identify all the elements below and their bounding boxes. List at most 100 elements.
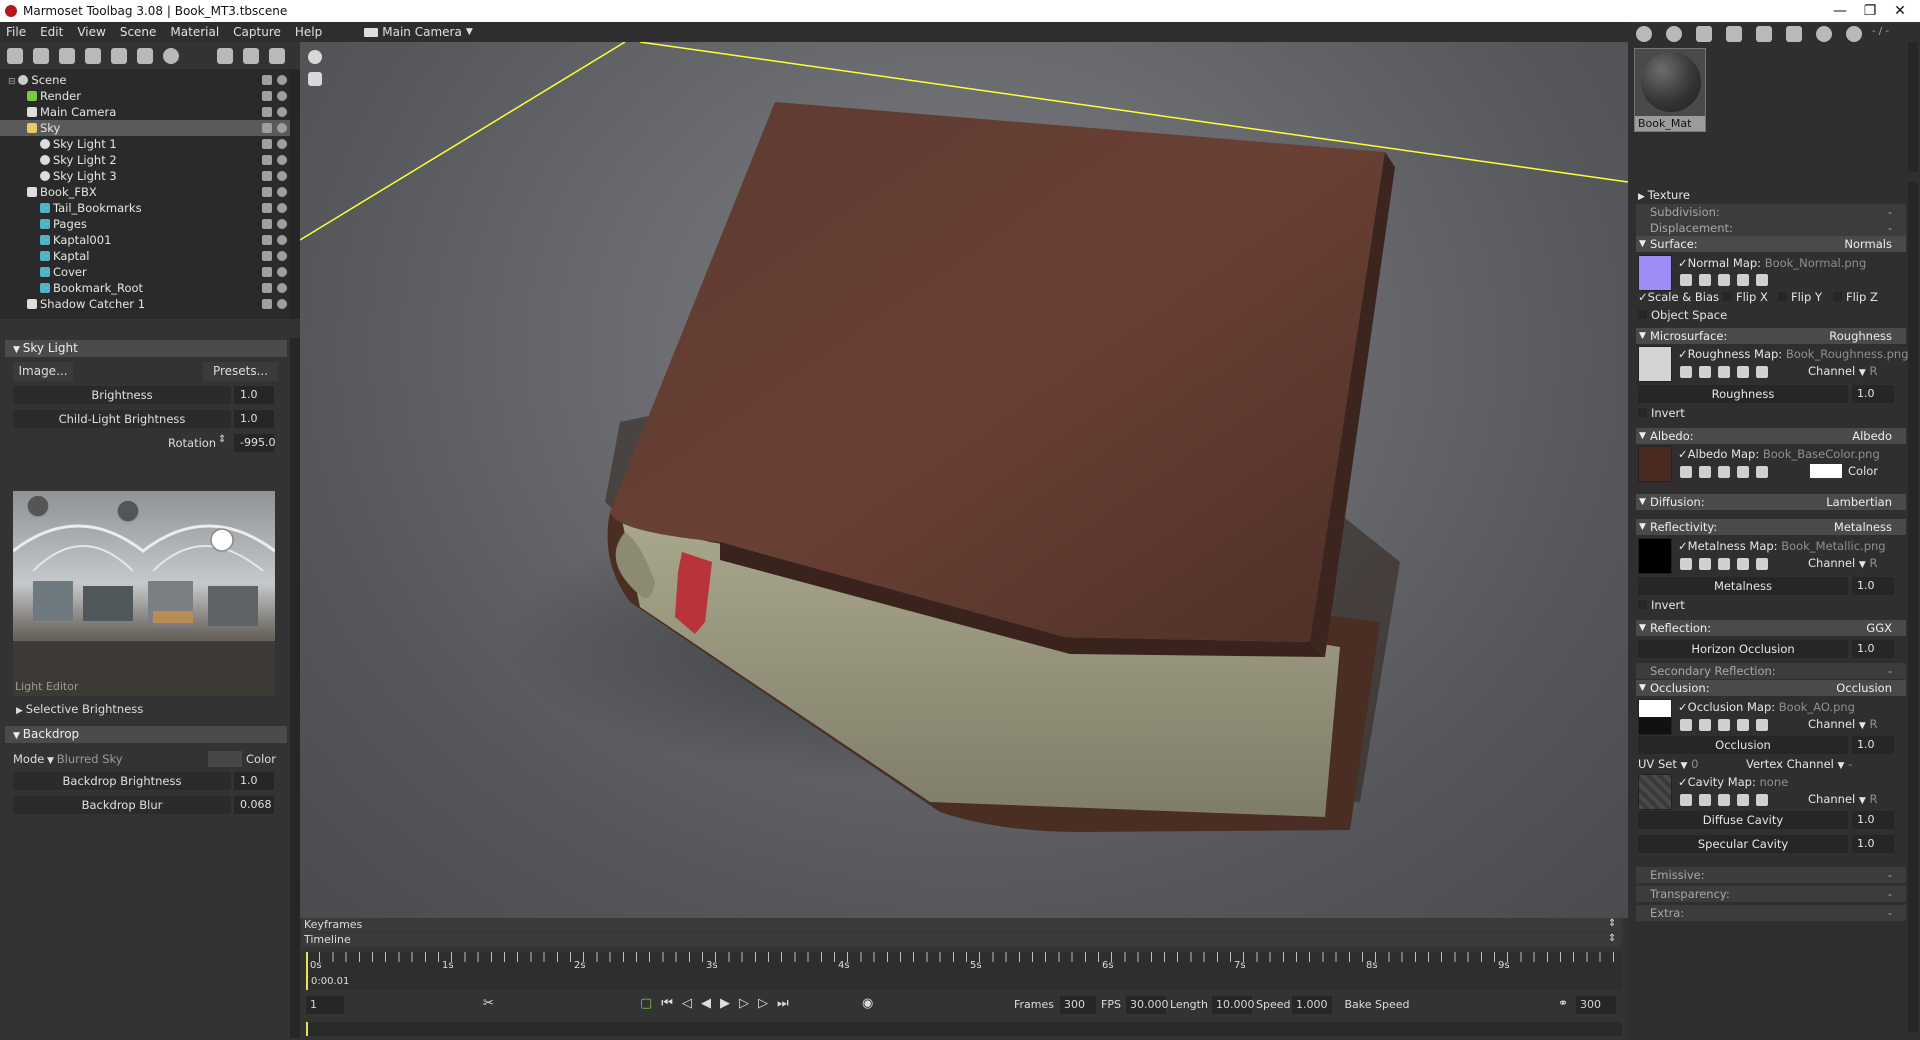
delete-material-icon[interactable] xyxy=(1756,26,1772,42)
eye-icon[interactable] xyxy=(277,299,287,309)
sky-image-button[interactable]: Image... xyxy=(13,362,73,381)
timeline-ruler[interactable]: 0s 1s 2s 3s 4s 5s 6s 7s 8s 9s 0:00.01 xyxy=(306,952,1622,990)
albedo-map-thumbnail[interactable] xyxy=(1638,446,1672,482)
eye-icon[interactable] xyxy=(277,91,287,101)
folder-icon[interactable] xyxy=(1726,26,1742,42)
frame-field[interactable]: 1 xyxy=(306,996,344,1014)
next-keyframe-icon[interactable]: ▷ xyxy=(758,996,768,1011)
skip-to-start-icon[interactable]: ⏮ xyxy=(661,996,673,1011)
flip-x-checkbox[interactable]: Flip X xyxy=(1723,290,1768,304)
diffusion-header[interactable]: ▼ Diffusion: Lambertian xyxy=(1636,494,1906,510)
lock-icon[interactable] xyxy=(262,187,272,197)
gear-icon[interactable] xyxy=(1680,274,1692,286)
lock-icon[interactable] xyxy=(262,283,272,293)
lock-icon[interactable] xyxy=(262,123,272,133)
normal-map-thumbnail[interactable] xyxy=(1638,255,1672,291)
tree-item-shadow-catcher[interactable]: Shadow Catcher 1 xyxy=(0,296,292,312)
speed-value[interactable]: 1.000 xyxy=(1292,996,1332,1014)
metalness-invert-checkbox[interactable]: Invert xyxy=(1638,598,1685,612)
normal-map-file[interactable]: Book_Normal.png xyxy=(1765,256,1867,270)
tree-item-bookmark-root[interactable]: Bookmark_Root xyxy=(0,280,292,296)
lock-icon[interactable] xyxy=(262,155,272,165)
gear-icon[interactable] xyxy=(1680,366,1692,378)
keyframes-bar[interactable]: Keyframes xyxy=(302,918,1622,932)
microsurface-header[interactable]: ▼ Microsurface: Roughness xyxy=(1636,328,1906,344)
lock-icon[interactable] xyxy=(262,219,272,229)
gear-icon[interactable] xyxy=(1680,558,1692,570)
child-light-brightness-slider[interactable]: Child-Light Brightness xyxy=(13,410,231,428)
play-icon[interactable]: ▶ xyxy=(720,996,730,1011)
selective-brightness-toggle[interactable]: ▶ Selective Brightness xyxy=(16,702,143,716)
close-icon[interactable] xyxy=(1756,274,1768,286)
edit-icon[interactable] xyxy=(1718,366,1730,378)
edit-icon[interactable] xyxy=(1718,558,1730,570)
lock-icon[interactable] xyxy=(262,251,272,261)
tree-item-scene[interactable]: ⊟ Scene xyxy=(0,72,292,88)
checkbox-checked-icon[interactable]: ✓ xyxy=(1678,539,1688,553)
gear-icon[interactable] xyxy=(1680,794,1692,806)
checkbox-checked-icon[interactable]: ✓ xyxy=(1678,347,1688,361)
add-group-icon[interactable] xyxy=(137,47,153,64)
delete-icon[interactable] xyxy=(269,47,285,64)
timeline-bar[interactable]: Timeline xyxy=(302,933,1622,947)
tree-item-sky-light-2[interactable]: Sky Light 2 xyxy=(0,152,292,168)
search-icon[interactable] xyxy=(1699,719,1711,731)
tree-item-kaptal[interactable]: Kaptal xyxy=(0,248,292,264)
scene-tree-scrollbar[interactable] xyxy=(290,69,300,319)
eye-icon[interactable] xyxy=(277,283,287,293)
material-thumbnail[interactable]: Book_Mat xyxy=(1634,48,1706,132)
lock-icon[interactable] xyxy=(262,139,272,149)
search-icon[interactable] xyxy=(1699,366,1711,378)
flip-z-checkbox[interactable]: Flip Z xyxy=(1833,290,1878,304)
eye-icon[interactable] xyxy=(277,155,287,165)
object-space-checkbox[interactable]: Object Space xyxy=(1638,308,1727,322)
roughness-value[interactable]: 1.0 xyxy=(1852,385,1894,403)
lock-icon[interactable] xyxy=(262,267,272,277)
step-back-icon[interactable]: ◀ xyxy=(701,996,711,1011)
reflectivity-header[interactable]: ▼ Reflectivity: Metalness xyxy=(1636,519,1906,535)
sky-light-editor[interactable]: Light Editor xyxy=(13,491,275,696)
reflection-mode-select[interactable]: GGX xyxy=(1866,620,1892,636)
add-light-icon[interactable] xyxy=(33,47,49,64)
edit-icon[interactable] xyxy=(1718,466,1730,478)
pick-material-icon[interactable] xyxy=(1816,26,1832,42)
eye-icon[interactable] xyxy=(277,235,287,245)
tree-item-pages[interactable]: Pages xyxy=(0,216,292,232)
eye-icon[interactable] xyxy=(277,75,287,85)
refresh-icon[interactable] xyxy=(1737,719,1749,731)
occlusion-map-file[interactable]: Book_AO.png xyxy=(1779,700,1855,714)
backdrop-blur-slider[interactable]: Backdrop Blur xyxy=(13,796,231,814)
backdrop-color-swatch[interactable] xyxy=(208,751,242,767)
brightness-value[interactable]: 1.0 xyxy=(234,386,274,404)
eye-icon[interactable] xyxy=(277,139,287,149)
diffuse-cavity-slider[interactable]: Diffuse Cavity xyxy=(1638,811,1848,829)
scale-bias-checkbox[interactable]: ✓Scale & Bias xyxy=(1638,290,1719,304)
backdrop-brightness-slider[interactable]: Backdrop Brightness xyxy=(13,772,231,790)
checkbox-checked-icon[interactable]: ✓ xyxy=(1678,447,1688,461)
tree-item-render[interactable]: Render xyxy=(0,88,292,104)
tree-item-tail-bookmarks[interactable]: Tail_Bookmarks xyxy=(0,200,292,216)
horizon-occlusion-value[interactable]: 1.0 xyxy=(1852,640,1894,658)
sky-presets-button[interactable]: Presets... xyxy=(203,362,278,381)
refresh-icon[interactable] xyxy=(1737,366,1749,378)
reflectivity-mode-select[interactable]: Metalness xyxy=(1834,519,1892,535)
displacement-row[interactable]: Displacement: - xyxy=(1636,220,1906,236)
vertex-channel-select[interactable]: Vertex Channel ▼ - xyxy=(1746,757,1852,771)
eye-icon[interactable] xyxy=(277,107,287,117)
menu-scene[interactable]: Scene xyxy=(114,25,165,39)
material-list-scrollbar[interactable] xyxy=(1908,42,1918,172)
occlusion-mode-select[interactable]: Occlusion xyxy=(1836,680,1892,696)
duplicate-icon[interactable] xyxy=(243,47,259,64)
lock-icon[interactable] xyxy=(262,299,272,309)
roughness-invert-checkbox[interactable]: Invert xyxy=(1638,406,1685,420)
eye-icon[interactable] xyxy=(277,219,287,229)
roughness-map-thumbnail[interactable] xyxy=(1638,346,1672,382)
refresh-icon[interactable] xyxy=(1737,274,1749,286)
speed-dial-icon[interactable]: ◉ xyxy=(862,996,873,1011)
lock-icon[interactable] xyxy=(262,171,272,181)
roughness-map-file[interactable]: Book_Roughness.png xyxy=(1786,347,1909,361)
fps-value[interactable]: 30.000 xyxy=(1126,996,1169,1014)
refresh-icon[interactable] xyxy=(1737,794,1749,806)
edit-icon[interactable] xyxy=(1718,719,1730,731)
step-forward-icon[interactable]: ▷ xyxy=(739,996,749,1011)
